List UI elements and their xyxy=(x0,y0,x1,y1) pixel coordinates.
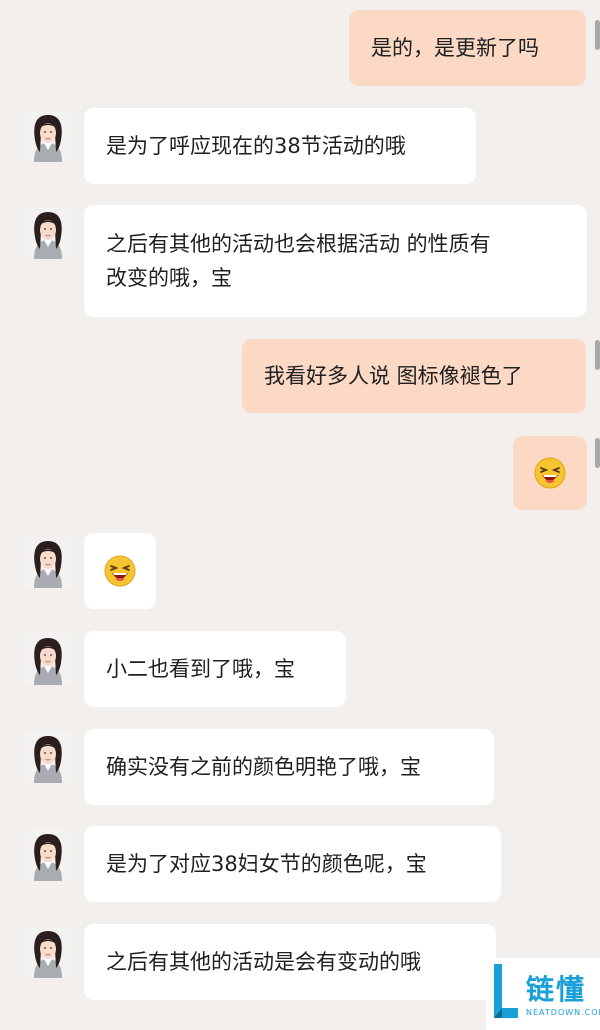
edge-marker xyxy=(595,20,600,50)
agent-message-bubble[interactable]: 是为了对应38妇女节的颜色呢，宝 xyxy=(84,826,501,902)
agent-avatar[interactable] xyxy=(22,926,74,978)
agent-message-bubble[interactable]: 是为了呼应现在的38节活动的哦 xyxy=(84,108,476,184)
message-text: 确实没有之前的颜色明艳了哦，宝 xyxy=(106,755,421,779)
agent-message-bubble[interactable]: 确实没有之前的颜色明艳了哦，宝 xyxy=(84,729,494,805)
watermark-domain: NEATDOWN.COM xyxy=(526,1008,600,1017)
agent-message-bubble[interactable]: 小二也看到了哦，宝 xyxy=(84,631,346,707)
message-text: 是为了对应38妇女节的颜色呢，宝 xyxy=(106,852,427,876)
agent-avatar[interactable] xyxy=(22,110,74,162)
message-text-line: 之后有其他的活动也会根据活动 的性质有 xyxy=(106,232,491,256)
edge-marker xyxy=(595,340,600,370)
watermark-logo: 链懂 NEATDOWN.COM xyxy=(486,958,600,1030)
agent-avatar[interactable] xyxy=(22,829,74,881)
edge-marker xyxy=(595,438,600,468)
agent-avatar[interactable] xyxy=(22,633,74,685)
message-text: 是为了呼应现在的38节活动的哦 xyxy=(106,134,406,158)
message-text: 小二也看到了哦，宝 xyxy=(106,657,295,681)
agent-avatar[interactable] xyxy=(22,731,74,783)
my-message-bubble[interactable]: 是的，是更新了吗 xyxy=(349,10,586,86)
agent-message-bubble[interactable]: 之后有其他的活动也会根据活动 的性质有 改变的哦，宝 xyxy=(84,205,587,317)
brand-logo-icon xyxy=(494,964,518,1018)
agent-message-bubble[interactable] xyxy=(84,533,156,609)
my-message-bubble[interactable]: 我看好多人说 图标像褪色了 xyxy=(242,339,586,413)
my-message-bubble[interactable] xyxy=(513,436,587,510)
agent-message-bubble[interactable]: 之后有其他的活动是会有变动的哦 xyxy=(84,924,496,1000)
laughing-face-emoji-icon xyxy=(104,555,136,587)
message-text: 之后有其他的活动是会有变动的哦 xyxy=(106,950,421,974)
message-text-line: 改变的哦，宝 xyxy=(106,266,232,290)
watermark-brand: 链懂 xyxy=(526,973,587,1006)
laughing-face-emoji-icon xyxy=(534,457,566,489)
message-text: 是的，是更新了吗 xyxy=(371,36,539,60)
message-text: 我看好多人说 图标像褪色了 xyxy=(264,364,523,388)
agent-avatar[interactable] xyxy=(22,536,74,588)
agent-avatar[interactable] xyxy=(22,207,74,259)
